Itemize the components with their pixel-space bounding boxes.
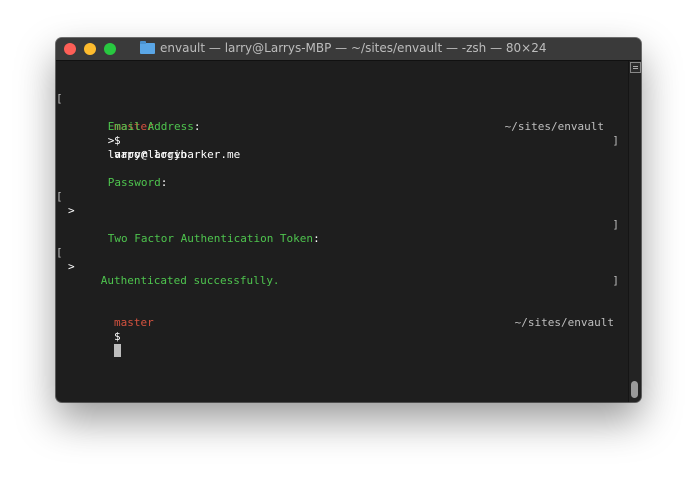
prompt-symbol: $ (113, 134, 121, 147)
auth-result-message: Authenticated successfully. (100, 274, 280, 287)
folder-icon (140, 40, 155, 54)
password-label-line: Password: (68, 162, 629, 189)
email-input-line: > larry@larrybarker.me (68, 120, 629, 161)
terminal-window: envault — larry@Larrys-MBP — ~/sites/env… (56, 38, 641, 402)
password-input-line: [ > ] (56, 176, 629, 231)
vertical-scrollbar[interactable] (628, 61, 641, 402)
result-line: Authenticated successfully. (61, 260, 629, 287)
input-left-bracket: [ (56, 190, 63, 203)
prompt-line: master $ ~/sites/envault (56, 288, 629, 357)
token-label-line: Two Factor Authentication Token: (68, 218, 629, 245)
prompt-left-bracket: [ (56, 92, 63, 105)
prompt-line: [ master $ vapor login ~/sites/envault ] (56, 78, 629, 161)
close-window-button[interactable] (64, 43, 76, 55)
text-cursor (113, 344, 121, 357)
window-title: envault — larry@Larrys-MBP — ~/sites/env… (160, 41, 547, 55)
scrollbar-thumb[interactable] (631, 381, 638, 398)
minimize-window-button[interactable] (84, 43, 96, 55)
input-right-bracket: ] (612, 274, 619, 287)
git-branch: master (113, 316, 154, 329)
email-label-line: Email Address: (68, 106, 629, 133)
current-path: ~/sites/envault (514, 316, 614, 329)
window-title-container: envault — larry@Larrys-MBP — ~/sites/env… (140, 40, 547, 55)
prompt-symbol: $ (113, 330, 121, 343)
terminal-content[interactable]: [ master $ vapor login ~/sites/envault ]… (56, 61, 629, 402)
input-left-bracket: [ (56, 246, 63, 259)
zoom-window-button[interactable] (104, 43, 116, 55)
password-caret: > (68, 204, 75, 217)
email-caret: > (107, 134, 115, 147)
prompt-right-bracket: ] (612, 134, 619, 147)
token-input-line: [ > ] (56, 232, 629, 287)
title-bar: envault — larry@Larrys-MBP — ~/sites/env… (56, 38, 641, 61)
email-value: larry@larrybarker.me (107, 148, 241, 161)
split-pane-icon[interactable] (630, 62, 641, 73)
